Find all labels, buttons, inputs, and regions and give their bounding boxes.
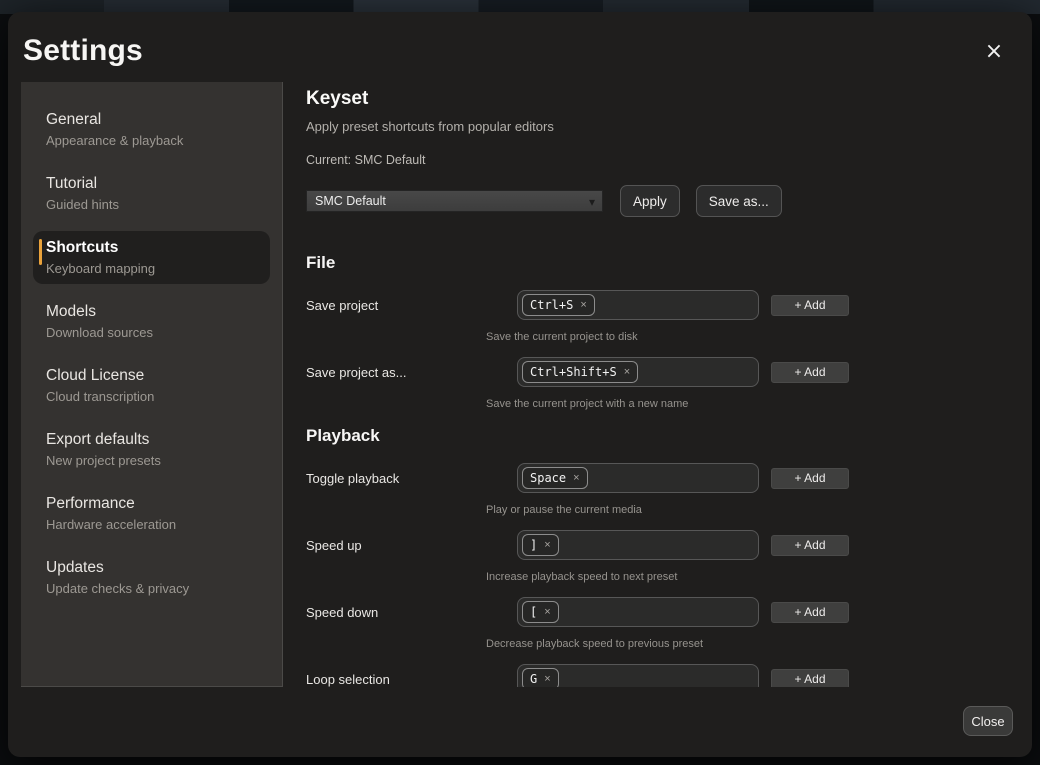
sidebar-item-sublabel: Update checks & privacy [46, 579, 257, 598]
sidebar-item-label: Export defaults [46, 429, 257, 451]
shortcut-row: Save project Ctrl+S × + Add Save the cur… [306, 290, 866, 346]
sidebar-item-tutorial[interactable]: Tutorial Guided hints [33, 167, 270, 220]
keyset-heading: Keyset [306, 86, 866, 112]
shortcut-field[interactable]: Ctrl+Shift+S × [517, 357, 759, 387]
shortcut-field[interactable]: Space × [517, 463, 759, 493]
settings-dialog: Settings × General Appearance & playback… [8, 12, 1032, 757]
save-as-button[interactable]: Save as... [696, 185, 782, 217]
screen: Settings × General Appearance & playback… [0, 0, 1040, 765]
add-shortcut-button[interactable]: + Add [771, 535, 849, 556]
sidebar-item-performance[interactable]: Performance Hardware acceleration [33, 487, 270, 540]
remove-key-icon[interactable]: × [544, 674, 550, 685]
key-chip[interactable]: ] × [522, 534, 559, 556]
sidebar-item-general[interactable]: General Appearance & playback [33, 103, 270, 156]
sidebar-item-cloud-license[interactable]: Cloud License Cloud transcription [33, 359, 270, 412]
shortcut-row: Save project as... Ctrl+Shift+S × + Add … [306, 357, 866, 413]
shortcut-label: Speed down [306, 605, 517, 620]
sidebar-item-label: Tutorial [46, 173, 257, 195]
key-chip[interactable]: Space × [522, 467, 588, 489]
key-chip[interactable]: G × [522, 668, 559, 687]
section-heading: File [306, 251, 866, 274]
key-chip-label: [ [530, 605, 537, 619]
sidebar-item-label: Shortcuts [46, 237, 257, 259]
shortcut-hint: Increase playback speed to next preset [486, 568, 866, 586]
sidebar-item-sublabel: Cloud transcription [46, 387, 257, 406]
key-chip-label: Space [530, 471, 566, 485]
sidebar-item-label: Performance [46, 493, 257, 515]
shortcut-hint: Save the current project with a new name [486, 395, 866, 413]
sidebar-item-models[interactable]: Models Download sources [33, 295, 270, 348]
shortcut-hint: Save the current project to disk [486, 328, 866, 346]
shortcut-hint: Decrease playback speed to previous pres… [486, 635, 866, 653]
shortcut-label: Save project [306, 298, 517, 313]
shortcut-field[interactable]: Ctrl+S × [517, 290, 759, 320]
chevron-down-icon: ▾ [589, 192, 595, 212]
sidebar-item-label: Cloud License [46, 365, 257, 387]
shortcut-row: Speed down [ × + Add Decrease playback s… [306, 597, 866, 653]
close-button[interactable]: Close [963, 706, 1013, 736]
remove-key-icon[interactable]: × [580, 300, 586, 311]
shortcut-label: Save project as... [306, 365, 517, 380]
sidebar-item-shortcuts[interactable]: Shortcuts Keyboard mapping [33, 231, 270, 284]
selected-accent-bar [39, 239, 42, 265]
sidebar-item-label: Updates [46, 557, 257, 579]
close-icon[interactable]: × [980, 38, 1008, 66]
preset-dropdown[interactable]: SMC Default ▾ [306, 190, 603, 212]
shortcut-field[interactable]: [ × [517, 597, 759, 627]
apply-button[interactable]: Apply [620, 185, 680, 217]
keyset-description: Apply preset shortcuts from popular edit… [306, 118, 866, 136]
sidebar-item-sublabel: Hardware acceleration [46, 515, 257, 534]
sidebar-item-export-defaults[interactable]: Export defaults New project presets [33, 423, 270, 476]
shortcut-row: Toggle playback Space × + Add Play or pa… [306, 463, 866, 519]
key-chip[interactable]: [ × [522, 601, 559, 623]
current-keyset-label: Current: SMC Default [306, 152, 866, 169]
page-title: Settings [23, 34, 143, 68]
sidebar-item-sublabel: Download sources [46, 323, 257, 342]
shortcut-label: Speed up [306, 538, 517, 553]
shortcut-section: Playback Toggle playback Space × + Add P… [306, 424, 866, 687]
remove-key-icon[interactable]: × [544, 540, 550, 551]
sidebar-item-label: General [46, 109, 257, 131]
settings-content: Keyset Apply preset shortcuts from popul… [306, 82, 866, 687]
sidebar-item-sublabel: Appearance & playback [46, 131, 257, 150]
shortcut-field[interactable]: ] × [517, 530, 759, 560]
remove-key-icon[interactable]: × [544, 607, 550, 618]
remove-key-icon[interactable]: × [624, 367, 630, 378]
shortcut-field[interactable]: G × [517, 664, 759, 687]
add-shortcut-button[interactable]: + Add [771, 295, 849, 316]
add-shortcut-button[interactable]: + Add [771, 669, 849, 688]
shortcut-label: Toggle playback [306, 471, 517, 486]
shortcut-label: Loop selection [306, 672, 517, 687]
shortcut-row: Speed up ] × + Add Increase playback spe… [306, 530, 866, 586]
sidebar: General Appearance & playback Tutorial G… [21, 82, 283, 687]
key-chip-label: ] [530, 538, 537, 552]
sidebar-item-label: Models [46, 301, 257, 323]
add-shortcut-button[interactable]: + Add [771, 468, 849, 489]
key-chip-label: Ctrl+S [530, 298, 573, 312]
shortcut-sections: File Save project Ctrl+S × + Add Save th… [306, 251, 866, 687]
remove-key-icon[interactable]: × [573, 473, 579, 484]
key-chip[interactable]: Ctrl+Shift+S × [522, 361, 638, 383]
keyset-controls: SMC Default ▾ Apply Save as... [306, 185, 866, 217]
sidebar-item-updates[interactable]: Updates Update checks & privacy [33, 551, 270, 604]
shortcut-row: Loop selection G × + Add [306, 664, 866, 687]
section-heading: Playback [306, 424, 866, 447]
sidebar-item-sublabel: Keyboard mapping [46, 259, 257, 278]
key-chip[interactable]: Ctrl+S × [522, 294, 595, 316]
sidebar-item-sublabel: New project presets [46, 451, 257, 470]
sidebar-item-sublabel: Guided hints [46, 195, 257, 214]
shortcut-section: File Save project Ctrl+S × + Add Save th… [306, 251, 866, 413]
key-chip-label: G [530, 672, 537, 686]
add-shortcut-button[interactable]: + Add [771, 362, 849, 383]
key-chip-label: Ctrl+Shift+S [530, 365, 617, 379]
preset-dropdown-value: SMC Default [315, 194, 386, 208]
add-shortcut-button[interactable]: + Add [771, 602, 849, 623]
shortcut-hint: Play or pause the current media [486, 501, 866, 519]
